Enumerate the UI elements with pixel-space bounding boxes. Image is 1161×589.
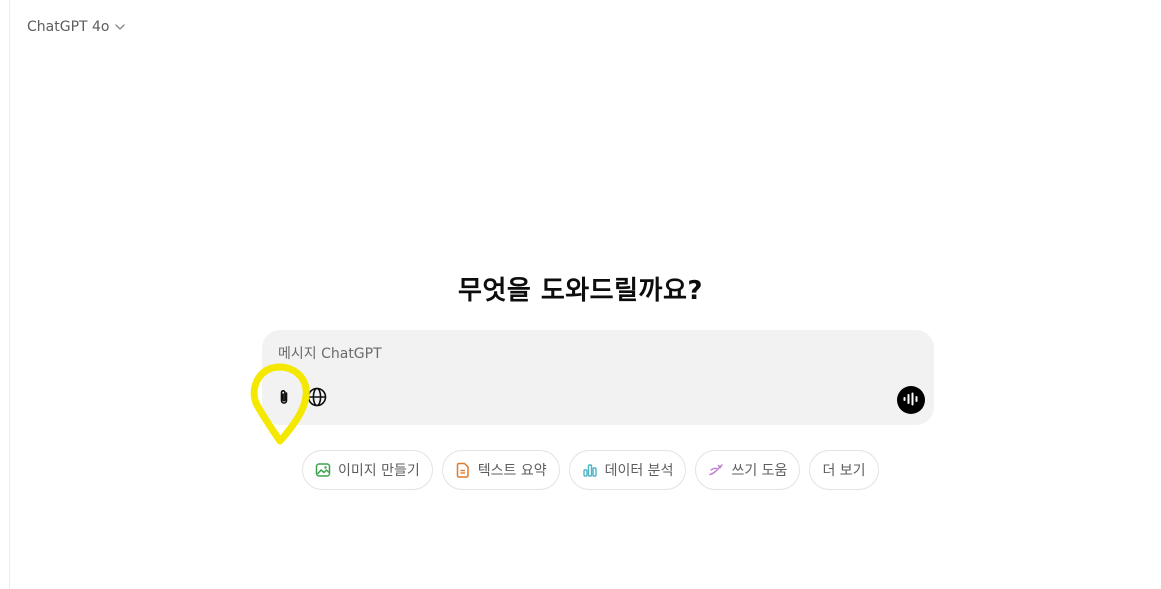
model-selector[interactable]: ChatGPT 4o	[20, 14, 134, 40]
audio-wave-icon	[902, 391, 920, 410]
web-search-button[interactable]	[305, 387, 329, 411]
pen-icon	[708, 462, 724, 478]
chevron-down-icon	[113, 20, 127, 34]
chip-summarize-text[interactable]: 텍스트 요약	[441, 450, 560, 490]
chip-help-me-write[interactable]: 쓰기 도움	[695, 450, 801, 490]
document-icon	[455, 462, 471, 478]
attach-button[interactable]	[272, 387, 296, 411]
chip-more[interactable]: 더 보기	[809, 450, 879, 490]
chip-label: 데이터 분석	[604, 463, 674, 479]
chip-create-image[interactable]: 이미지 만들기	[302, 450, 433, 490]
page-title: 무엇을 도와드릴까요?	[458, 276, 703, 306]
chip-label: 이미지 만들기	[338, 463, 420, 479]
chip-analyze-data[interactable]: 데이터 분석	[568, 450, 687, 490]
chip-label: 더 보기	[822, 463, 866, 479]
paperclip-icon	[274, 387, 294, 411]
globe-icon	[306, 386, 328, 412]
chip-label: 쓰기 도움	[731, 463, 788, 479]
chip-label: 텍스트 요약	[477, 463, 547, 479]
voice-mode-button[interactable]	[897, 386, 925, 414]
message-input[interactable]	[278, 346, 878, 362]
image-icon	[315, 462, 331, 478]
bar-chart-icon	[582, 462, 598, 478]
model-label: ChatGPT 4o	[27, 19, 110, 35]
suggestion-chips: 이미지 만들기 텍스트 요약 데이터 분석 쓰기 도움 더 보기	[302, 450, 879, 490]
composer	[262, 330, 934, 425]
